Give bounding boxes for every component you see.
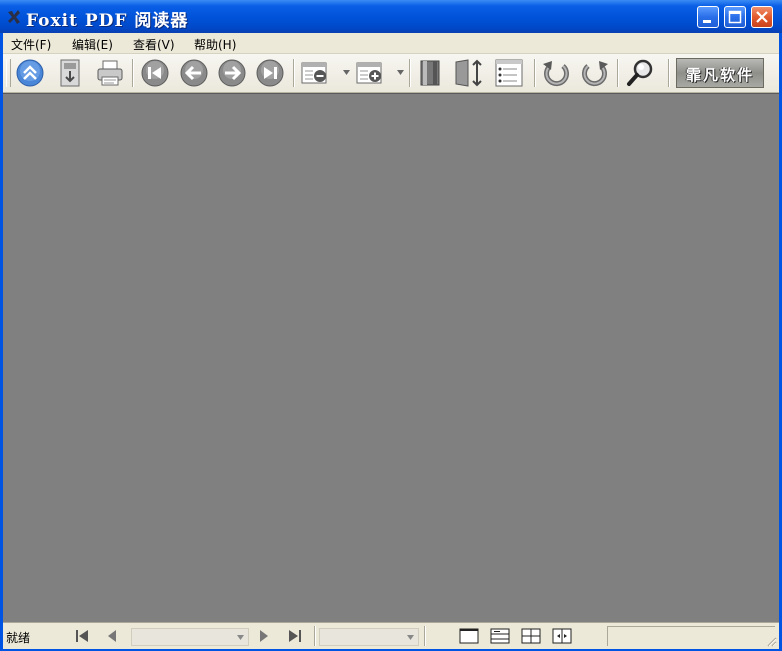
chevron-down-icon xyxy=(407,635,414,640)
facing-pages-view-icon[interactable] xyxy=(521,628,541,644)
save-download-icon xyxy=(60,59,80,87)
toolbar-separator xyxy=(668,59,670,87)
status-bar: 就绪 xyxy=(3,622,779,649)
previous-page-icon xyxy=(180,59,208,87)
zoom-out-dropdown-icon[interactable] xyxy=(343,70,350,75)
status-separator xyxy=(314,626,316,646)
close-icon xyxy=(756,11,768,23)
minimize-button[interactable] xyxy=(697,6,719,28)
status-separator xyxy=(424,626,426,646)
continuous-facing-view-icon[interactable] xyxy=(552,628,572,644)
toolbar-grip[interactable] xyxy=(6,59,11,87)
menu-help[interactable]: 帮助(H) xyxy=(194,36,236,53)
menu-file[interactable]: 文件(F) xyxy=(11,36,51,53)
status-text: 就绪 xyxy=(6,631,31,645)
zoom-in-icon xyxy=(356,62,382,84)
toolbar-separator xyxy=(132,59,134,87)
menu-edit[interactable]: 编辑(E) xyxy=(72,36,113,53)
toolbar-separator xyxy=(534,59,536,87)
status-panel xyxy=(607,626,775,646)
previous-page-button[interactable] xyxy=(178,57,210,89)
bookmark-button[interactable] xyxy=(414,57,446,89)
zoom-out-icon xyxy=(301,62,327,84)
save-button[interactable] xyxy=(54,57,86,89)
status-next-page-icon[interactable] xyxy=(255,627,273,645)
search-magnifier-icon xyxy=(627,59,653,86)
status-previous-page-icon[interactable] xyxy=(103,627,121,645)
first-page-button[interactable] xyxy=(139,57,171,89)
toolbar-separator xyxy=(409,59,411,87)
menu-bar: 文件(F) 编辑(E) 查看(V) 帮助(H) xyxy=(3,33,779,54)
bookmark-icon xyxy=(420,60,440,86)
client-area: 文件(F) 编辑(E) 查看(V) 帮助(H) 霏凡软件 就绪 xyxy=(3,33,779,649)
next-page-icon xyxy=(218,59,246,87)
menu-view[interactable]: 查看(V) xyxy=(133,36,175,53)
rotate-right-icon xyxy=(582,61,608,87)
page-number-combo[interactable] xyxy=(131,628,249,646)
rotate-right-button[interactable] xyxy=(579,57,611,89)
chevron-down-icon xyxy=(237,635,244,640)
window-title: Foxit PDF 阅读器 xyxy=(26,11,189,31)
foxit-app-icon xyxy=(8,10,20,24)
status-first-page-icon[interactable] xyxy=(73,627,91,645)
search-button[interactable] xyxy=(624,57,656,89)
toolbar-separator xyxy=(293,59,295,87)
toolbar-separator xyxy=(617,59,619,87)
resize-grip-icon[interactable] xyxy=(765,635,777,647)
vendor-logo: 霏凡软件 xyxy=(676,58,764,88)
first-page-icon xyxy=(141,59,169,87)
maximize-icon xyxy=(728,10,742,24)
vendor-logo-text: 霏凡软件 xyxy=(685,66,754,84)
title-bar[interactable]: Foxit PDF 阅读器 xyxy=(0,0,782,33)
app-window: Foxit PDF 阅读器 文件(F) 编辑(E) 查看(V) 帮助(H) 霏凡… xyxy=(0,0,782,651)
zoom-level-combo[interactable] xyxy=(319,628,419,646)
scroll-up-button[interactable] xyxy=(14,57,46,89)
rotate-left-icon xyxy=(543,61,569,87)
next-page-button[interactable] xyxy=(216,57,248,89)
scroll-up-icon xyxy=(16,59,44,87)
main-toolbar: 霏凡软件 xyxy=(3,54,779,93)
print-icon xyxy=(97,60,123,86)
rotate-left-button[interactable] xyxy=(540,57,572,89)
fit-height-button[interactable] xyxy=(453,57,485,89)
fit-height-icon xyxy=(455,59,482,87)
minimize-icon xyxy=(703,20,711,23)
last-page-icon xyxy=(256,59,284,87)
page-thumbnails-icon xyxy=(495,59,523,87)
continuous-view-icon[interactable] xyxy=(490,628,510,644)
status-last-page-icon[interactable] xyxy=(286,627,304,645)
thumbnails-button[interactable] xyxy=(493,57,525,89)
single-page-view-icon[interactable] xyxy=(459,628,479,644)
close-button[interactable] xyxy=(751,6,773,28)
zoom-in-dropdown-icon[interactable] xyxy=(397,70,404,75)
maximize-button[interactable] xyxy=(724,6,746,28)
document-view[interactable] xyxy=(3,93,779,622)
last-page-button[interactable] xyxy=(254,57,286,89)
zoom-out-button[interactable] xyxy=(299,57,331,89)
print-button[interactable] xyxy=(94,57,126,89)
zoom-in-button[interactable] xyxy=(354,57,386,89)
